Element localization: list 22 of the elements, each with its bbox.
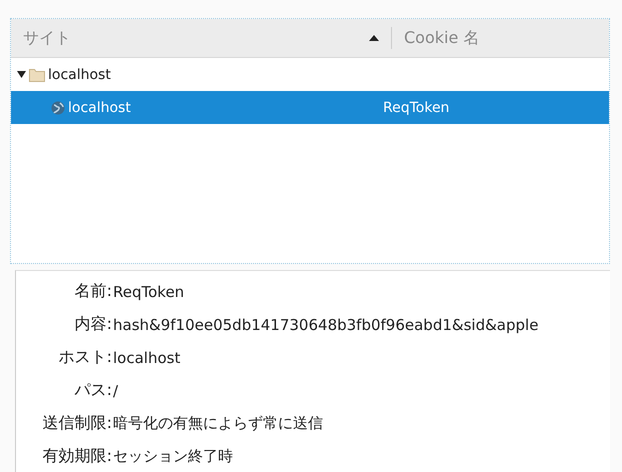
folder-icon [29, 68, 45, 82]
field-label: 名前: [74, 281, 113, 302]
field-value: 暗号化の有無によらず常に送信 [113, 414, 323, 433]
site-name: localhost [48, 66, 111, 82]
cookie-name: ReqToken [383, 100, 450, 116]
field-label: 有効期限: [42, 446, 113, 467]
column-header[interactable]: Cookie 名 [391, 27, 492, 49]
field-label: 内容: [74, 314, 113, 335]
field-value: localhost [113, 348, 180, 366]
globe-icon [51, 100, 65, 114]
field-value: hash&9f10ee05db141730648b3fb0f96eabd1&sid&apple [113, 316, 538, 334]
field-value: セッション終了時 [113, 447, 233, 466]
field-label: パス: [74, 380, 113, 401]
tree-row[interactable]: localhost [11, 58, 609, 91]
field-label: ホスト: [58, 347, 113, 368]
field-label: 送信制限: [42, 413, 113, 434]
expanded-arrow-icon[interactable] [17, 71, 26, 78]
site-name: localhost [68, 100, 131, 116]
field-value: / [113, 382, 118, 400]
field-value: ReqToken [113, 282, 184, 300]
tree-row[interactable]: localhost ReqToken [11, 91, 609, 124]
column-header[interactable]: サイト [11, 19, 391, 57]
